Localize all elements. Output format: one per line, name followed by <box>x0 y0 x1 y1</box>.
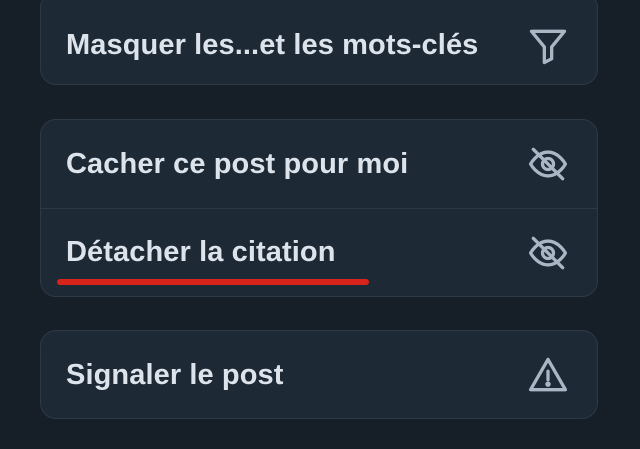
eye-slash-icon <box>525 141 571 187</box>
mute-words-label: Masquer les...et les mots-clés <box>66 29 479 61</box>
report-post-label: Signaler le post <box>66 358 284 391</box>
hide-post-label: Cacher ce post pour moi <box>66 147 409 180</box>
detach-quote-item[interactable]: Détacher la citation <box>41 208 597 296</box>
eye-slash-icon <box>525 230 571 276</box>
warning-triangle-icon <box>525 352 571 398</box>
annotation-underline <box>57 279 369 285</box>
menu-group-filter: Masquer les...et les mots-clés <box>40 0 598 85</box>
report-post-item[interactable]: Signaler le post <box>41 331 597 418</box>
mute-words-item[interactable]: Masquer les...et les mots-clés <box>41 0 597 84</box>
menu-group-report: Signaler le post <box>40 330 598 419</box>
hide-post-item[interactable]: Cacher ce post pour moi <box>41 120 597 208</box>
menu-group-hide: Cacher ce post pour moi Détacher la cita… <box>40 119 598 297</box>
detach-quote-label: Détacher la citation <box>66 236 336 268</box>
filter-icon <box>525 23 571 69</box>
